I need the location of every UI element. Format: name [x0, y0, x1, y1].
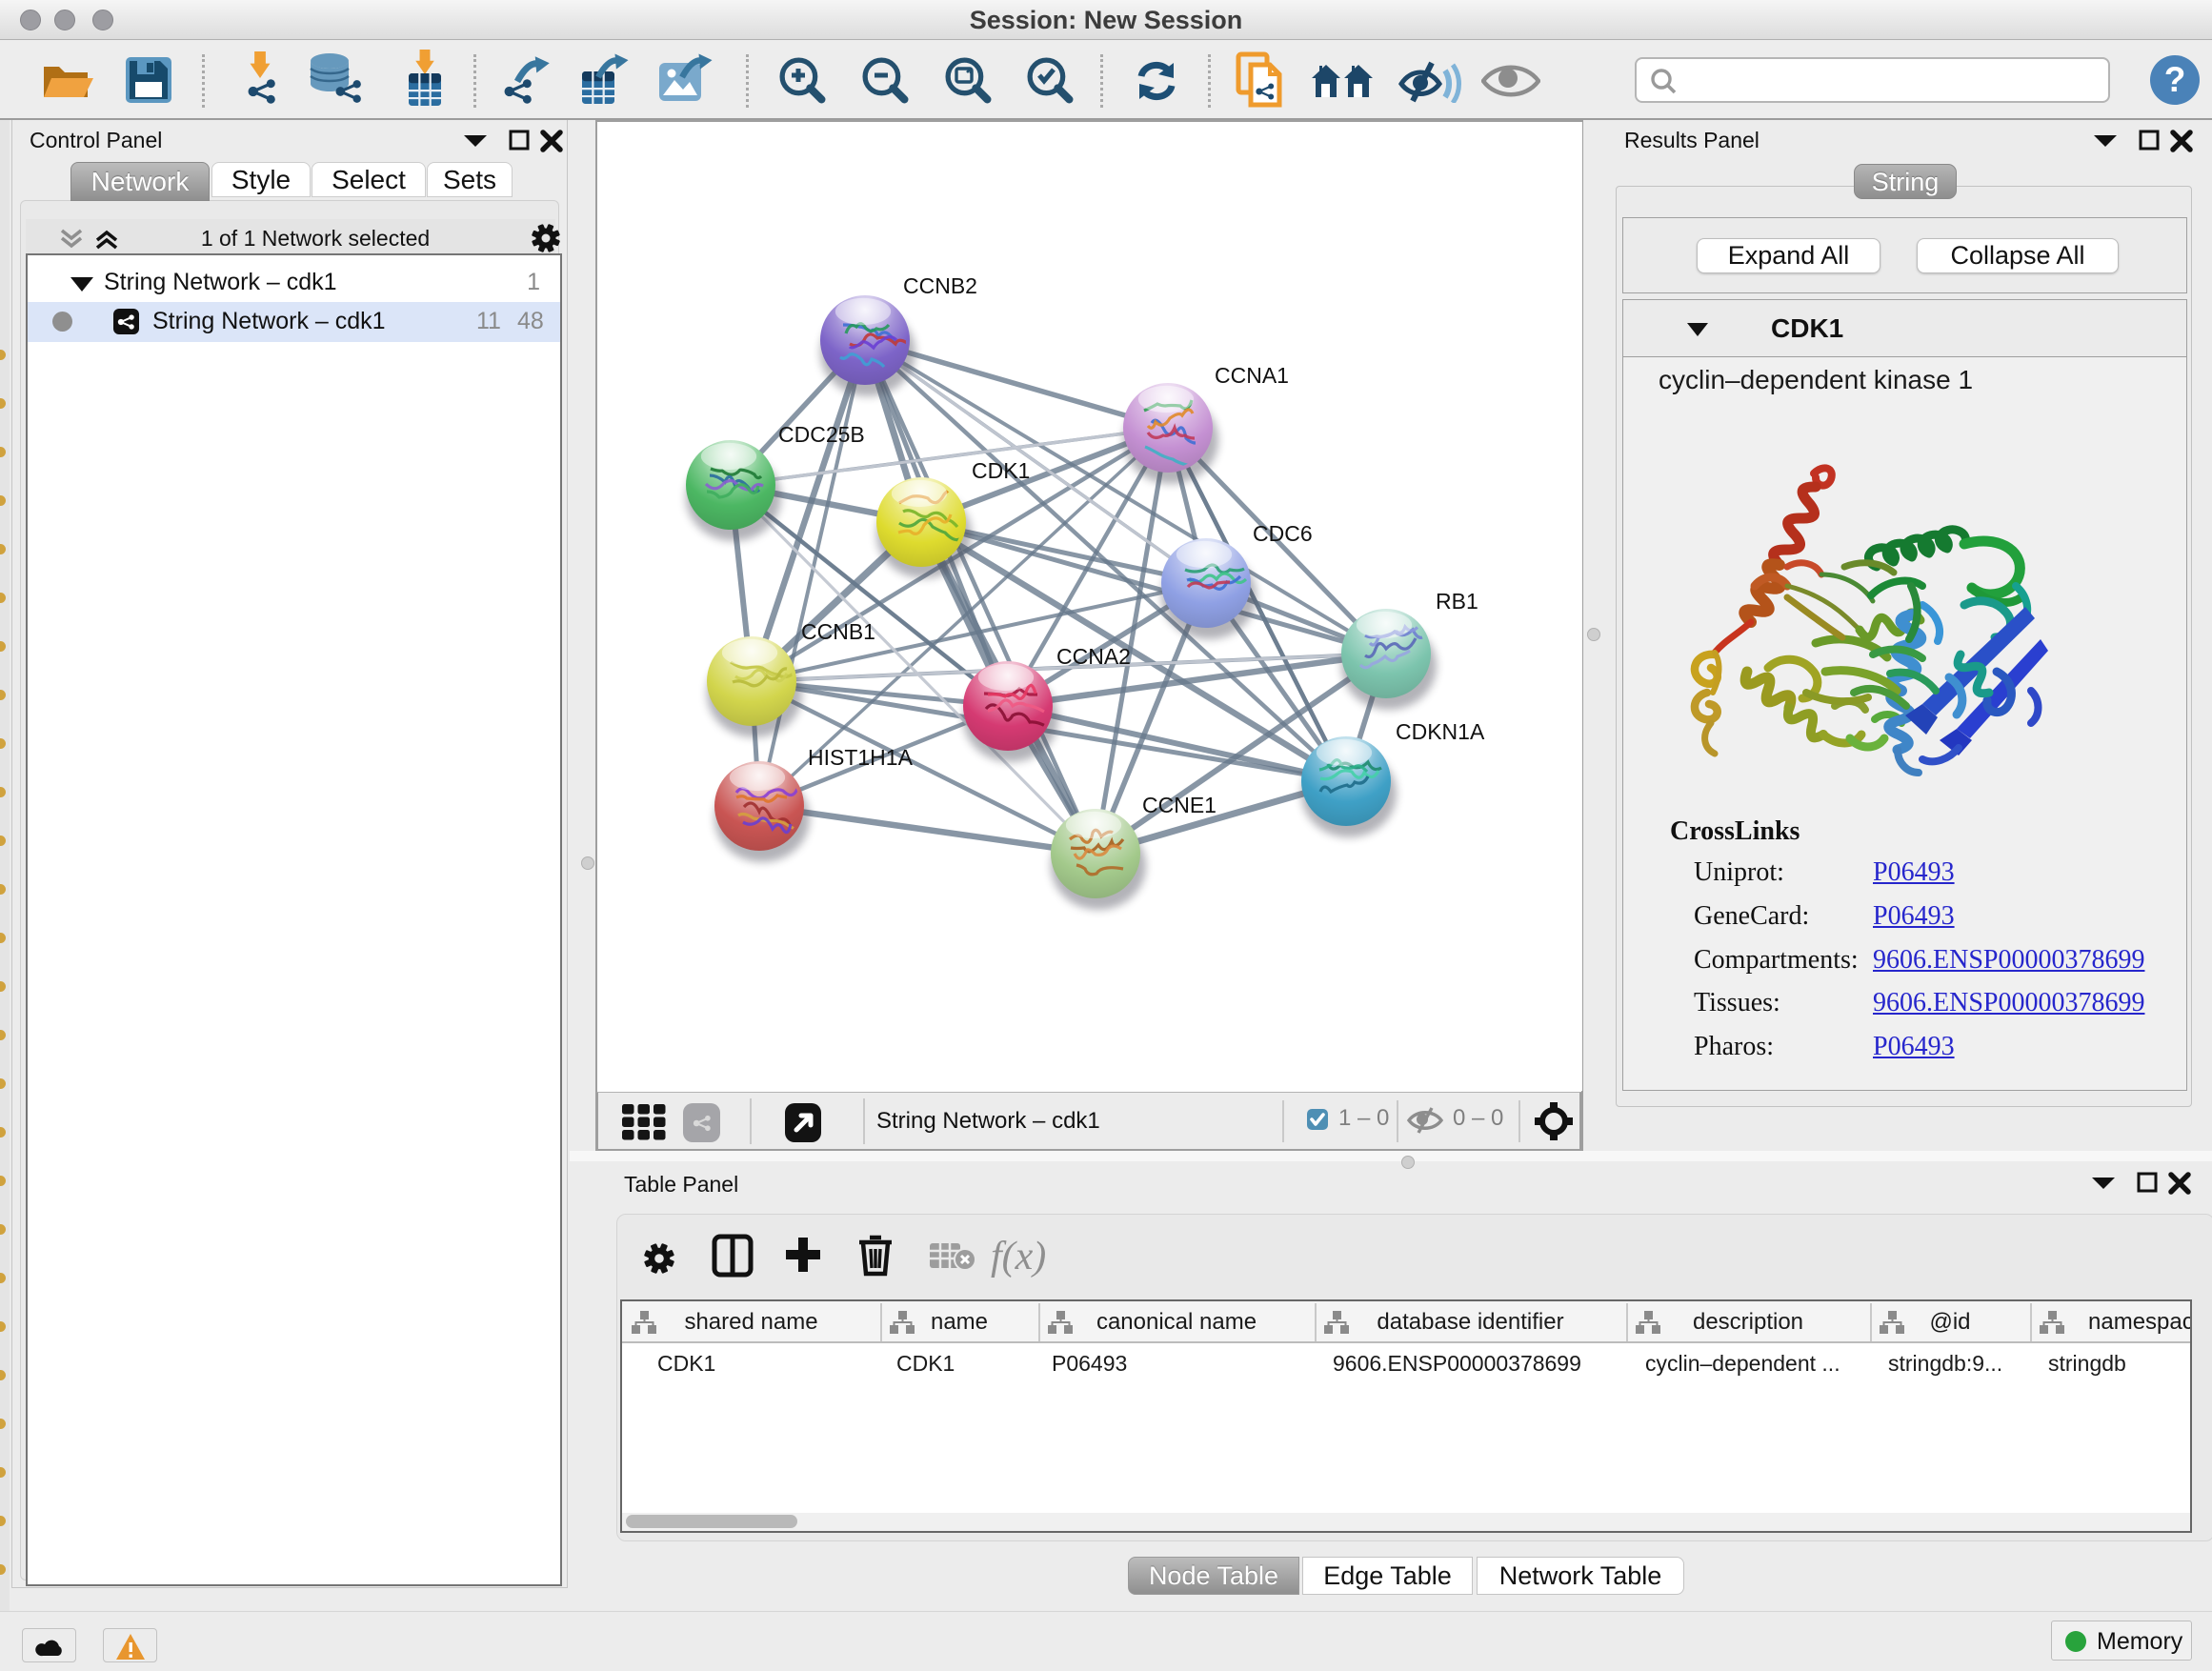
svg-text:HIST1H1A: HIST1H1A — [808, 745, 914, 770]
svg-text:CCNA2: CCNA2 — [1056, 644, 1131, 669]
svg-text:CDC6: CDC6 — [1253, 521, 1313, 546]
svg-text:CDC25B: CDC25B — [778, 422, 865, 447]
svg-text:RB1: RB1 — [1436, 589, 1478, 614]
svg-text:CCNA1: CCNA1 — [1215, 363, 1289, 388]
svg-text:CDKN1A: CDKN1A — [1396, 719, 1485, 744]
svg-text:CCNB2: CCNB2 — [903, 273, 977, 298]
svg-text:CCNE1: CCNE1 — [1142, 793, 1217, 817]
svg-text:CCNB1: CCNB1 — [801, 619, 875, 644]
svg-text:CDK1: CDK1 — [972, 458, 1030, 483]
